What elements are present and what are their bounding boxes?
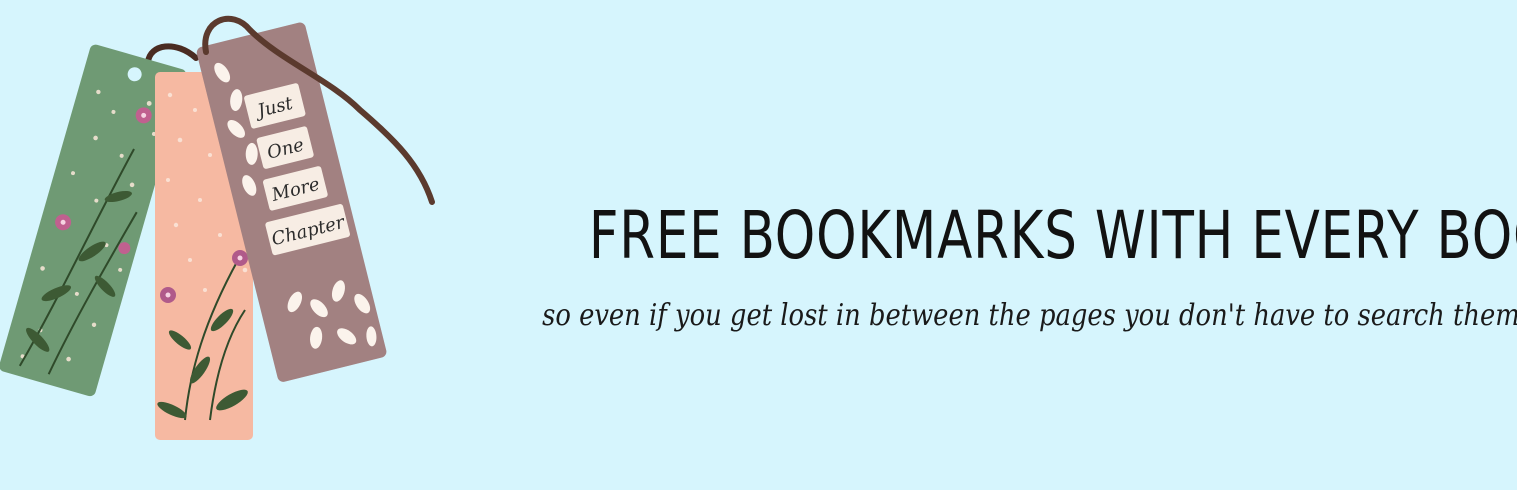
headline: FREE BOOKMARKS WITH EVERY BOOK bbox=[588, 197, 1517, 274]
ribbon-green bbox=[145, 43, 199, 65]
promo-banner: Just One More Chapter FREE BOOKMARKS WIT… bbox=[0, 0, 1517, 490]
tagline: so even if you get lost in between the p… bbox=[542, 298, 1517, 333]
bookmarks-illustration: Just One More Chapter bbox=[0, 16, 435, 440]
